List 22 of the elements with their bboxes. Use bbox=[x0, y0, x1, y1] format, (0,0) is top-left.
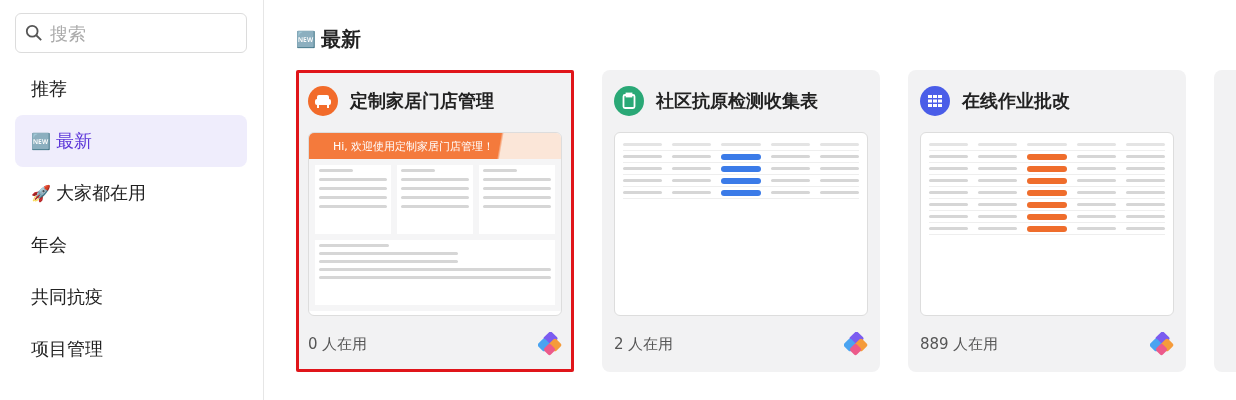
user-count: 889 人在用 bbox=[920, 334, 999, 354]
card-title: 在线作业批改 bbox=[962, 89, 1070, 113]
section-title: 🆕 最新 bbox=[296, 25, 362, 53]
sidebar-item[interactable]: 🚀 大家都在用 bbox=[15, 167, 247, 219]
banner-text: Hi, 欢迎使用定制家居门店管理！ bbox=[333, 138, 495, 154]
template-card[interactable]: 定制家居门店管理 Hi, 欢迎使用定制家居门店管理！ 0 人在用 bbox=[296, 70, 574, 372]
search-icon bbox=[25, 24, 43, 42]
card-title: 定制家居门店管理 bbox=[350, 89, 494, 113]
app-logo-icon bbox=[538, 332, 562, 356]
user-count: 0 人在用 bbox=[308, 334, 368, 354]
search-field[interactable]: 搜索 bbox=[15, 13, 247, 53]
app-logo-icon bbox=[1150, 332, 1174, 356]
sidebar-item[interactable]: 共同抗疫 bbox=[15, 271, 247, 323]
template-card[interactable]: 社区抗原检测收集表 2 人在用 bbox=[602, 70, 880, 372]
template-card[interactable]: 在线作业批改 889 人在用 bbox=[908, 70, 1186, 372]
sidebar-item[interactable]: 🆕 最新 bbox=[15, 115, 247, 167]
sidebar-item[interactable]: 年会 bbox=[15, 219, 247, 271]
card-title: 社区抗原检测收集表 bbox=[656, 89, 818, 113]
sidebar-item[interactable]: 推荐 bbox=[15, 63, 247, 115]
user-count: 2 人在用 bbox=[614, 334, 674, 354]
sidebar-item[interactable]: 项目管理 bbox=[15, 323, 247, 375]
app-logo-icon bbox=[844, 332, 868, 356]
